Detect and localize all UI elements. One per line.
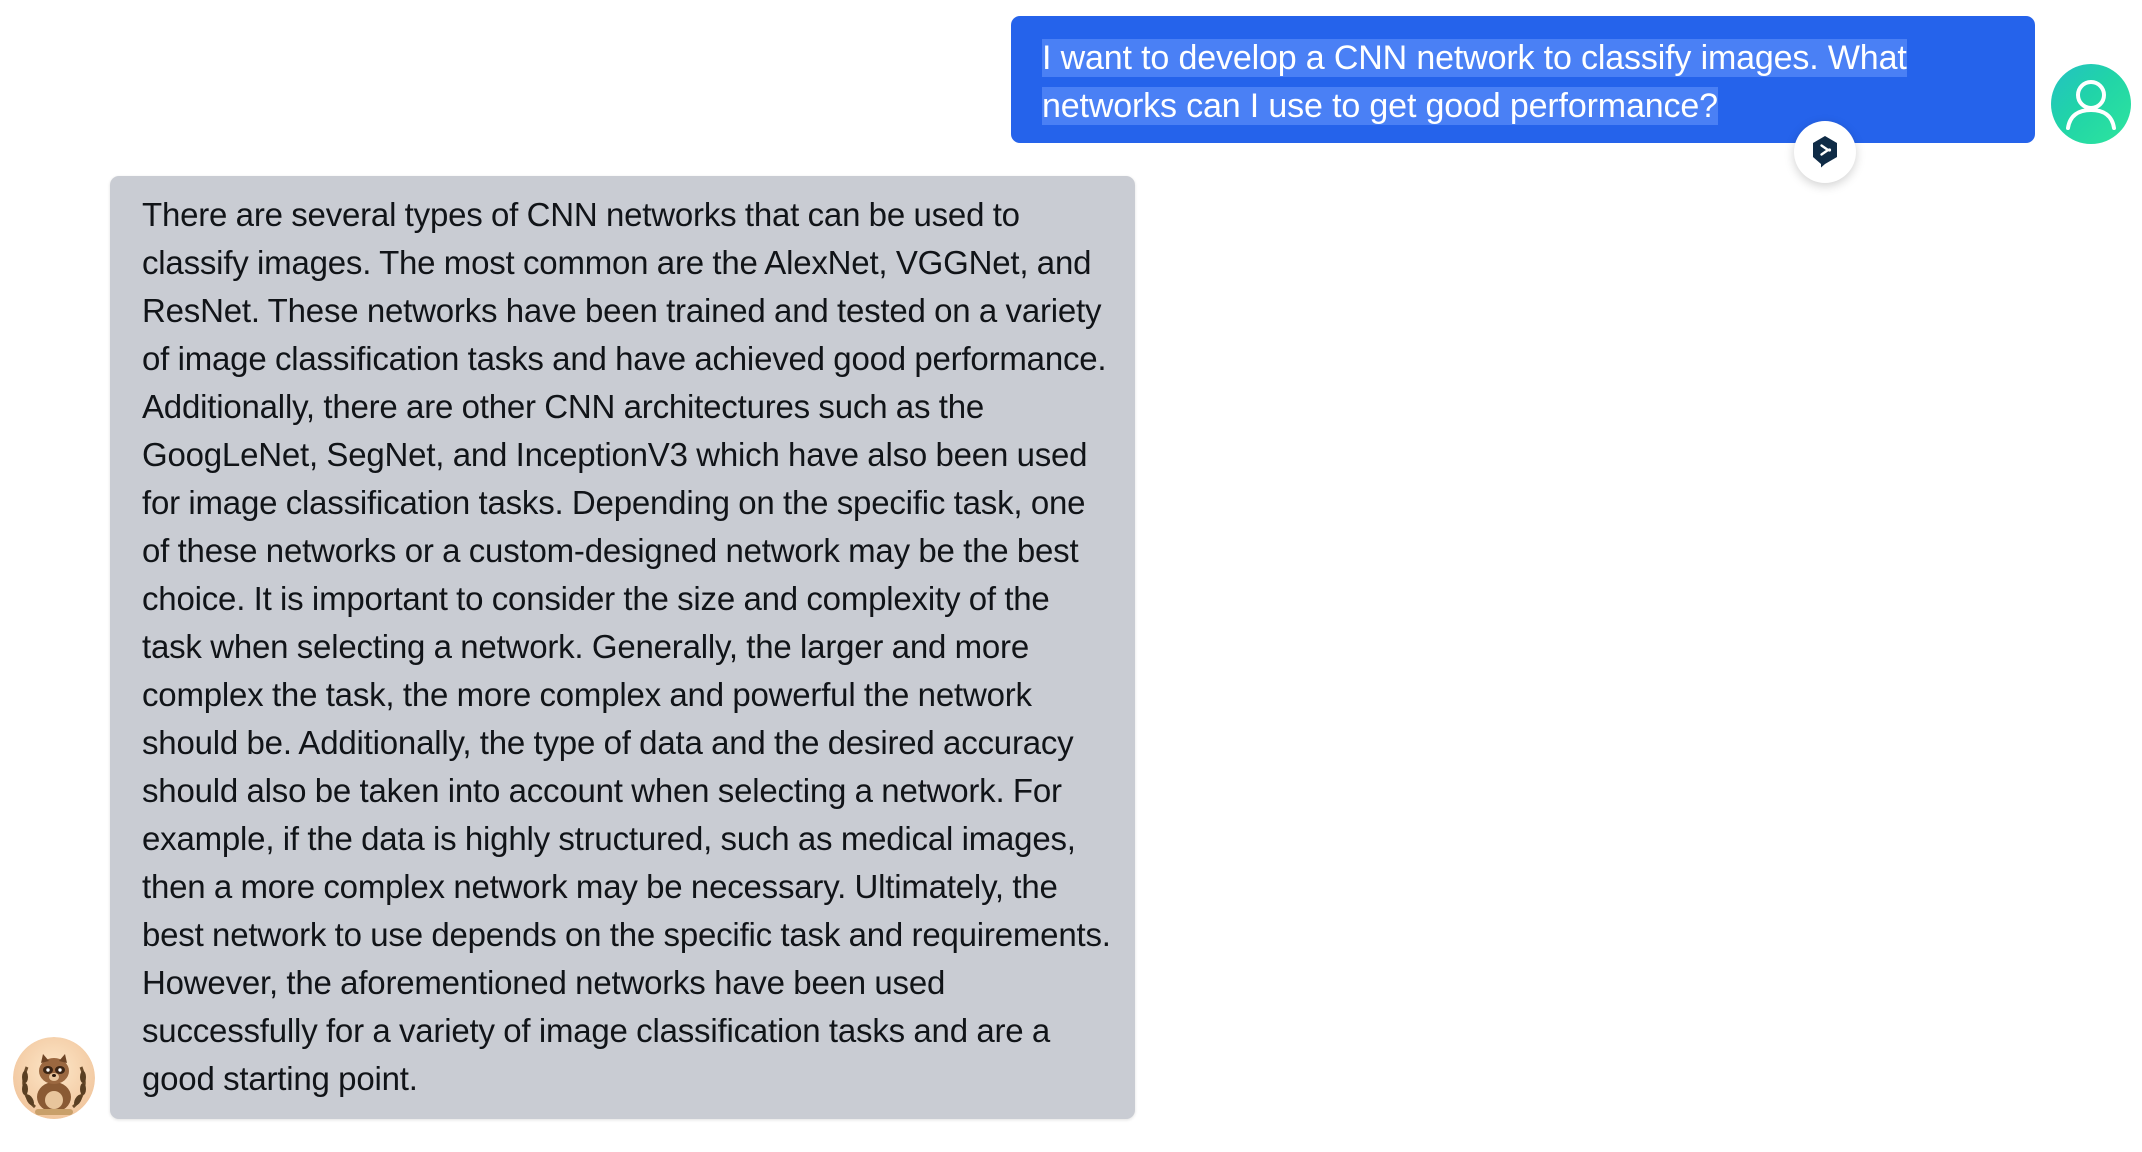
user-message-bubble: I want to develop a CNN network to class… [1011,16,2035,143]
user-icon [2066,80,2116,130]
raccoon-avatar-icon [13,1037,95,1119]
deepl-translate-icon [1813,136,1837,168]
translate-button[interactable] [1794,121,1856,183]
user-message-text: I want to develop a CNN network to class… [1042,34,2005,130]
user-avatar [2051,64,2131,144]
assistant-message-bubble: There are several types of CNN networks … [110,176,1135,1119]
user-message-selection: I want to develop a CNN network to class… [1042,39,1907,125]
assistant-message-text: There are several types of CNN networks … [142,196,1111,1097]
assistant-avatar [13,1037,95,1119]
